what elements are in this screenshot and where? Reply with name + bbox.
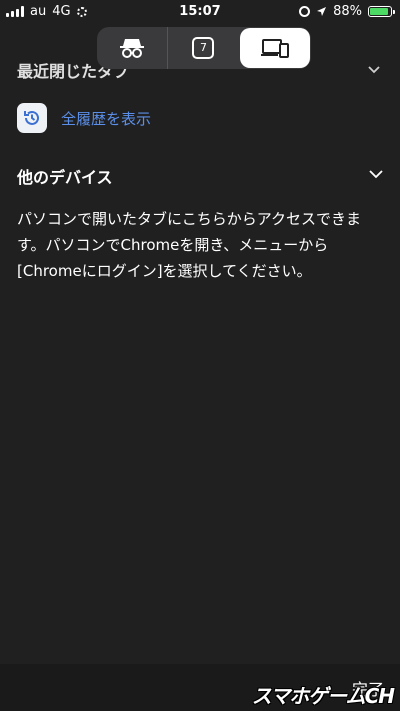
rotation-lock-icon xyxy=(299,6,311,17)
other-devices-header[interactable]: 他のデバイス xyxy=(17,164,387,188)
chevron-down-icon[interactable] xyxy=(369,170,383,179)
tab-count-icon: 7 xyxy=(192,37,215,59)
other-devices-title: 他のデバイス xyxy=(17,168,113,187)
incognito-tab-button[interactable] xyxy=(97,27,167,69)
battery-percent: 88% xyxy=(333,4,362,19)
other-devices-tab-button[interactable] xyxy=(239,28,310,68)
open-tabs-button[interactable]: 7 xyxy=(167,27,238,69)
battery-fill xyxy=(370,8,388,15)
watermark: スマホゲームCH xyxy=(251,684,395,708)
chevron-down-icon[interactable] xyxy=(368,66,380,74)
status-right: 88% xyxy=(299,4,395,19)
history-icon xyxy=(17,103,47,133)
incognito-icon xyxy=(120,39,145,58)
show-full-history-label: 全履歴を表示 xyxy=(61,109,152,128)
battery-icon xyxy=(368,6,395,17)
location-icon xyxy=(317,7,327,16)
history-clock-glyph xyxy=(24,110,39,125)
show-full-history-link[interactable]: 全履歴を表示 xyxy=(17,103,151,133)
tab-switcher: 7 xyxy=(97,27,311,69)
devices-icon xyxy=(260,39,289,58)
other-devices-description: パソコンで開いたタブにこちらからアクセスできます。パソコンでChromeを開き、… xyxy=(17,210,361,280)
status-bar: au 4G 15:07 88% xyxy=(0,0,400,24)
